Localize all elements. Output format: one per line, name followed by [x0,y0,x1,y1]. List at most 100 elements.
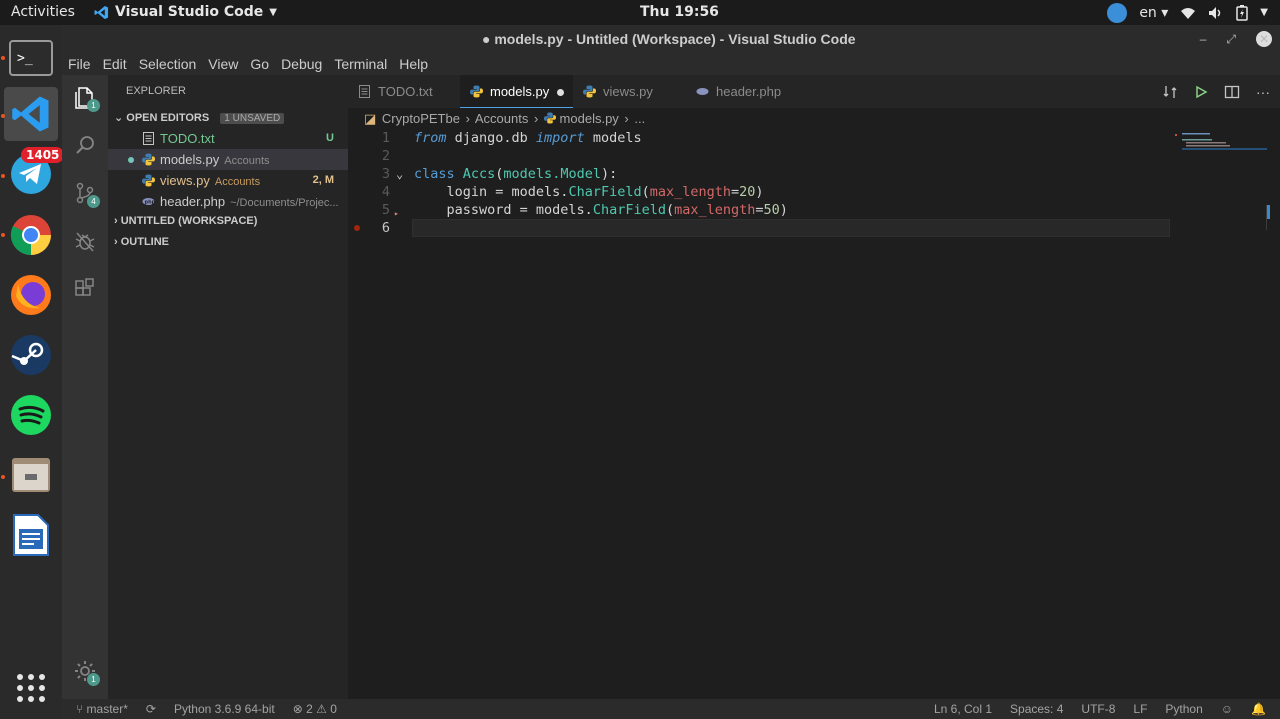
cursor-position[interactable]: Ln 6, Col 1 [934,699,992,719]
language-mode[interactable]: Python [1165,699,1202,719]
clock[interactable]: Thu 19:56 [640,4,719,20]
scrollbar[interactable] [1266,205,1280,230]
activities-button[interactable]: Activities [11,4,75,20]
code-editor[interactable]: 1 from django.db import models 2 3 ⌄ cla… [348,129,1280,689]
encoding[interactable]: UTF-8 [1081,699,1115,719]
feedback-icon[interactable]: ☺ [1221,699,1233,719]
search-icon [76,136,94,154]
breadcrumb-more[interactable]: ... [634,111,645,126]
menu-bar: File Edit Selection View Go Debug Termin… [62,53,1280,75]
menu-help[interactable]: Help [393,53,434,75]
compare-changes-icon[interactable] [1162,84,1178,100]
open-editors-label: OPEN EDITORS [126,112,210,124]
breadcrumb-folder[interactable]: Accounts [475,111,528,126]
open-editor-models[interactable]: models.py Accounts [108,149,348,170]
steam-icon [11,335,51,375]
system-tray[interactable]: en ▾ ▼ [1107,2,1268,23]
close-button[interactable]: ✕ [1256,31,1272,47]
split-editor-icon[interactable] [1224,84,1240,100]
line-ending[interactable]: LF [1133,699,1147,719]
breadcrumb-file[interactable]: models.py [560,111,619,126]
menu-view[interactable]: View [202,53,244,75]
chevron-right-icon: › [533,111,539,126]
file-name: models.py Accounts [160,152,270,167]
weather-icon[interactable] [1107,2,1128,23]
running-indicator [1,233,5,237]
git-branch[interactable]: ⑂ master* [76,699,128,719]
maximize-button[interactable]: ⤢ [1226,25,1236,53]
running-indicator [1,114,5,118]
run-icon[interactable] [1194,85,1208,99]
writer-icon [13,514,49,556]
ubuntu-dock: >_ 1405 [0,25,65,719]
scm-badge: 4 [87,195,100,208]
activity-bar: 1 4 1 [62,75,108,699]
line-number: 6 [381,220,390,236]
explorer-sidebar: EXPLORER ⌄ OPEN EDITORS 1 UNSAVED TODO.t… [108,75,348,699]
editor-actions: ··· [1162,75,1270,108]
menu-edit[interactable]: Edit [97,53,133,75]
sidebar-title: EXPLORER [126,85,186,97]
tab-views[interactable]: views.py [573,75,686,108]
open-editors-header[interactable]: ⌄ OPEN EDITORS 1 UNSAVED [114,111,285,124]
open-editor-header[interactable]: php header.php ~/Documents/Projec... [108,191,348,212]
code-line: 3 ⌄ class Accs(models.Model): [348,165,1280,183]
unsaved-dot-icon[interactable] [557,89,565,97]
activity-debug[interactable] [73,229,97,253]
activity-settings[interactable]: 1 [73,659,100,686]
dock-vscode[interactable] [4,87,58,141]
python-interpreter[interactable]: Python 3.6.9 64-bit [174,699,275,719]
menu-terminal[interactable]: Terminal [328,53,393,75]
dock-spotify[interactable] [4,388,58,442]
problems-indicator[interactable]: ⊗ 2 ⚠ 0 [293,699,337,719]
files-icon [12,458,50,492]
workspace-header[interactable]: › UNTITLED (WORKSPACE) [114,215,257,227]
dock-steam[interactable] [4,328,58,382]
more-actions-icon[interactable]: ··· [1256,84,1270,100]
breadcrumb-root[interactable]: CryptoPETbe [382,111,460,126]
tab-label: models.py [490,84,550,99]
running-indicator [1,174,5,178]
language-indicator[interactable]: en ▾ [1139,5,1168,21]
activity-explorer[interactable]: 1 [73,85,100,112]
terminal-icon: >_ [9,40,53,76]
show-applications-button[interactable] [4,661,58,715]
vscode-icon [94,5,109,19]
tab-header[interactable]: header.php [686,75,806,108]
dock-writer[interactable] [4,508,58,562]
notification-badge: 1405 [21,147,65,163]
activity-source-control[interactable]: 4 [73,181,100,208]
code-line: 4 login = models.CharField(max_length=20… [348,183,1280,201]
dock-firefox[interactable] [4,268,58,322]
menu-selection[interactable]: Selection [133,53,203,75]
minimize-button[interactable]: – [1200,25,1207,53]
window-titlebar[interactable]: ● models.py - Untitled (Workspace) - Vis… [62,25,1280,53]
activity-extensions[interactable] [73,277,97,301]
bell-icon[interactable]: 🔔 [1251,699,1266,719]
menu-debug[interactable]: Debug [275,53,328,75]
extensions-icon [75,278,94,296]
fold-chevron-icon[interactable]: ⌄ [396,165,403,183]
tab-label: views.py [603,84,653,99]
outline-header[interactable]: › OUTLINE [114,236,169,248]
minimap[interactable] [1170,130,1280,630]
folder-icon: ◪ [364,111,377,126]
open-editor-todo[interactable]: TODO.txt U [108,128,348,149]
activity-search[interactable] [73,133,97,157]
dock-files[interactable] [4,448,58,502]
menu-file[interactable]: File [62,53,97,75]
tab-todo[interactable]: TODO.txt [348,75,460,108]
open-editor-views[interactable]: views.py Accounts 2, M [108,170,348,191]
app-menu-label: Visual Studio Code [115,4,264,20]
sync-icon[interactable]: ⟳ [146,699,156,719]
dock-chrome[interactable] [4,208,58,262]
app-menu[interactable]: Visual Studio Code ▼ [94,4,277,20]
dock-terminal[interactable]: >_ [4,31,58,85]
file-name: TODO.txt [160,131,215,146]
indentation[interactable]: Spaces: 4 [1010,699,1063,719]
menu-go[interactable]: Go [244,53,275,75]
tab-models[interactable]: models.py [460,75,573,108]
current-line-highlight [412,219,1170,237]
chevron-right-icon: › [465,111,470,126]
file-name: views.py Accounts [160,173,261,188]
